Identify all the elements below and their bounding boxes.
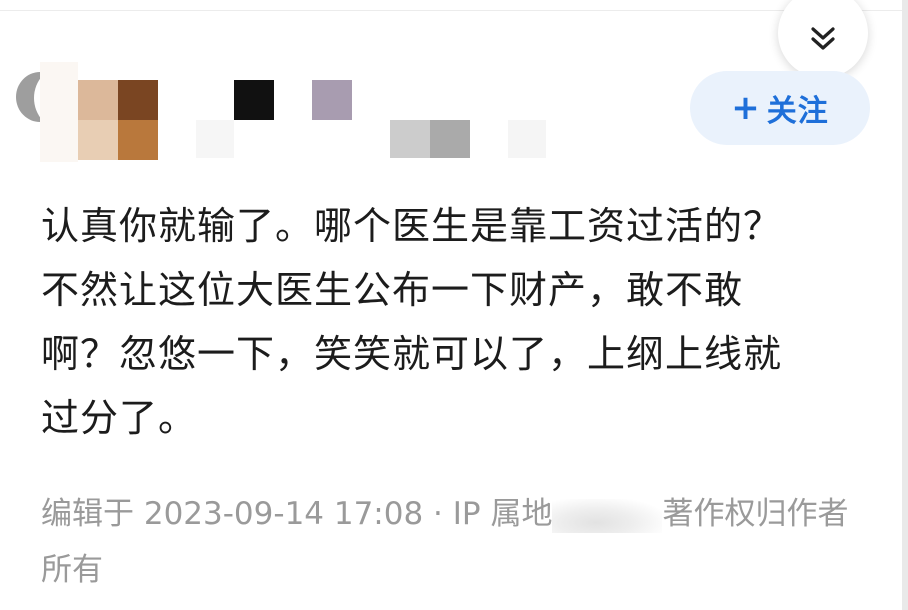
edited-time: 编辑于 2023-09-14 17:08 · IP 属地 xyxy=(41,496,553,532)
answer-card: + 关注 认真你就输了。哪个医生是靠工资过活的？ 不然让这位大医生公布一下财产，… xyxy=(0,0,908,610)
ip-location-redacted xyxy=(552,498,663,533)
divider xyxy=(0,10,908,11)
collapse-button[interactable] xyxy=(778,0,868,78)
double-chevron-down-icon xyxy=(811,27,835,50)
plus-icon: + xyxy=(731,88,761,128)
scrollbar-track xyxy=(902,0,908,610)
answer-meta: 编辑于 2023-09-14 17:08 · IP 属地 著作权归作者所有 xyxy=(41,486,871,598)
content-line: 认真你就输了。哪个医生是靠工资过活的？ xyxy=(41,204,783,248)
follow-label: 关注 xyxy=(766,94,829,129)
content-line: 啊？忽悠一下，笑笑就可以了，上纲上线就 xyxy=(41,332,783,376)
content-line: 不然让这位大医生公布一下财产，敢不敢 xyxy=(41,268,744,312)
answer-content: 认真你就输了。哪个医生是靠工资过活的？ 不然让这位大医生公布一下财产，敢不敢 啊… xyxy=(41,194,861,450)
content-line: 过分了。 xyxy=(41,396,198,440)
follow-button[interactable]: + 关注 xyxy=(690,71,870,145)
